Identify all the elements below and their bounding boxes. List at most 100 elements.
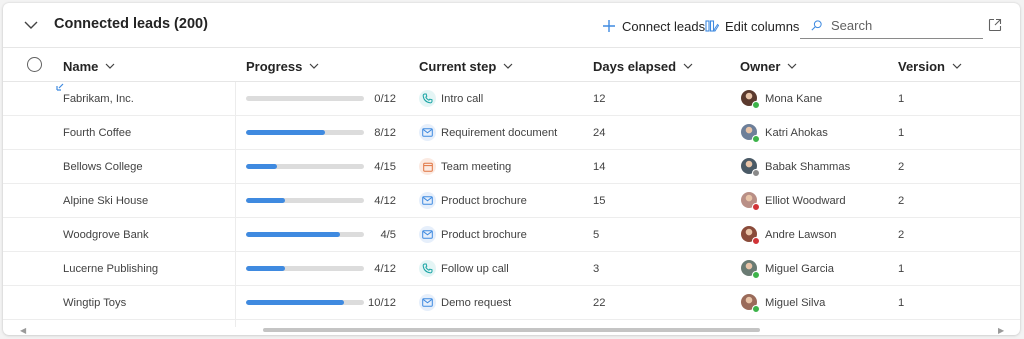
connect-leads-label: Connect leads xyxy=(622,18,706,34)
table-row[interactable]: Woodgrove Bank 4/5 Product brochure 5 Andre … xyxy=(3,218,1020,252)
phone-icon xyxy=(419,260,436,277)
progress-bar xyxy=(246,232,364,237)
presence-badge xyxy=(752,135,760,143)
days-elapsed: 5 xyxy=(593,229,600,241)
table-row[interactable]: Lucerne Publishing 4/12 Follow up call 3 Mig… xyxy=(3,252,1020,286)
current-step-label: Demo request xyxy=(441,297,512,309)
owner-name: Mona Kane xyxy=(765,93,823,105)
collapse-chevron-icon[interactable] xyxy=(21,15,41,35)
owner-name: Miguel Garcia xyxy=(765,263,835,275)
version-number: 1 xyxy=(898,297,905,309)
progress-text: 4/12 xyxy=(374,195,396,207)
progress-bar-fill xyxy=(246,198,286,203)
chevron-down-icon xyxy=(503,63,513,69)
lead-name[interactable]: Bellows College xyxy=(63,161,143,173)
horizontal-scrollbar[interactable]: ◀ ▶ xyxy=(3,325,1020,335)
chevron-down-icon xyxy=(105,63,115,69)
chevron-down-icon xyxy=(952,63,962,69)
lead-name[interactable]: Alpine Ski House xyxy=(63,195,148,207)
edit-columns-label: Edit columns xyxy=(725,18,800,34)
current-step-label: Follow up call xyxy=(441,263,509,275)
progress-text: 8/12 xyxy=(374,127,396,139)
presence-badge xyxy=(752,271,760,279)
lead-name[interactable]: Fourth Coffee xyxy=(63,127,131,139)
progress-bar xyxy=(246,130,364,135)
days-elapsed: 22 xyxy=(593,297,606,309)
table-row[interactable]: Fourth Coffee 8/12 Requirement document 24 K… xyxy=(3,116,1020,150)
chevron-down-icon xyxy=(683,63,693,69)
mail-icon xyxy=(419,294,436,311)
scroll-right-icon[interactable]: ▶ xyxy=(998,326,1004,335)
scroll-left-icon[interactable]: ◀ xyxy=(20,326,26,335)
table-row[interactable]: Alpine Ski House 4/12 Product brochure 15 El… xyxy=(3,184,1020,218)
phone-icon xyxy=(419,90,436,107)
column-header-days-elapsed[interactable]: Days elapsed xyxy=(593,59,693,74)
current-step-label: Team meeting xyxy=(441,161,512,173)
progress-text: 10/12 xyxy=(368,297,396,309)
presence-badge xyxy=(752,305,760,313)
table-header: Name Progress Current step Days elapsed … xyxy=(3,48,1020,82)
expand-icon[interactable] xyxy=(988,18,1002,32)
column-header-version[interactable]: Version xyxy=(898,59,962,74)
owner-name: Katri Ahokas xyxy=(765,127,828,139)
progress-text: 4/15 xyxy=(374,161,396,173)
scrollbar-thumb[interactable] xyxy=(263,328,760,332)
column-header-progress[interactable]: Progress xyxy=(246,59,319,74)
version-number: 1 xyxy=(898,93,905,105)
mail-icon xyxy=(419,124,436,141)
current-step-label: Product brochure xyxy=(441,195,527,207)
chevron-down-icon xyxy=(788,63,797,69)
select-all-radio[interactable] xyxy=(27,57,42,72)
owner-name: Babak Shammas xyxy=(765,161,851,173)
current-step-label: Product brochure xyxy=(441,229,527,241)
edit-columns-button[interactable]: Edit columns xyxy=(705,16,799,36)
owner-name: Elliot Woodward xyxy=(765,195,846,207)
connected-leads-panel: Connected leads (200) Connect leads Edit… xyxy=(3,3,1020,335)
progress-bar xyxy=(246,198,364,203)
progress-bar xyxy=(246,300,364,305)
column-header-owner[interactable]: Owner xyxy=(740,59,797,74)
days-elapsed: 15 xyxy=(593,195,606,207)
current-step-label: Requirement document xyxy=(441,127,558,139)
presence-badge xyxy=(752,101,760,109)
table-row[interactable]: Wingtip Toys 10/12 Demo request 22 Miguel Si… xyxy=(3,286,1020,320)
version-number: 2 xyxy=(898,195,905,207)
calendar-icon xyxy=(419,158,436,175)
days-elapsed: 12 xyxy=(593,93,606,105)
current-step-label: Intro call xyxy=(441,93,484,105)
progress-bar xyxy=(246,164,364,169)
progress-bar-fill xyxy=(246,266,286,271)
table-row[interactable]: Bellows College 4/15 Team meeting 14 Babak S… xyxy=(3,150,1020,184)
presence-badge xyxy=(752,237,760,245)
progress-text: 0/12 xyxy=(374,93,396,105)
owner-name: Andre Lawson xyxy=(765,229,837,241)
edit-columns-icon xyxy=(705,20,719,32)
version-number: 2 xyxy=(898,161,905,173)
column-header-name[interactable]: Name xyxy=(63,59,115,74)
progress-bar-fill xyxy=(246,300,345,305)
panel-title: Connected leads (200) xyxy=(54,16,208,32)
progress-bar-fill xyxy=(246,130,325,135)
version-number: 2 xyxy=(898,229,905,241)
progress-bar xyxy=(246,96,364,101)
progress-bar-fill xyxy=(246,164,278,169)
search-box[interactable] xyxy=(800,13,983,39)
panel-header: Connected leads (200) Connect leads Edit… xyxy=(3,3,1020,48)
table-row[interactable]: Fabrikam, Inc. 0/12 Intro call 12 Mona Kane 1 xyxy=(3,82,1020,116)
progress-text: 4/5 xyxy=(380,229,396,241)
connect-leads-button[interactable]: Connect leads xyxy=(602,16,705,36)
mail-icon xyxy=(419,192,436,209)
days-elapsed: 3 xyxy=(593,263,600,275)
search-input[interactable] xyxy=(829,17,983,34)
days-elapsed: 24 xyxy=(593,127,606,139)
progress-text: 4/12 xyxy=(374,263,396,275)
lead-name[interactable]: Lucerne Publishing xyxy=(63,263,158,275)
lead-name[interactable]: Woodgrove Bank xyxy=(63,229,149,241)
add-icon xyxy=(603,20,615,32)
progress-bar xyxy=(246,266,364,271)
owner-name: Miguel Silva xyxy=(765,297,826,309)
column-header-current-step[interactable]: Current step xyxy=(419,59,513,74)
lead-name[interactable]: Wingtip Toys xyxy=(63,297,126,309)
lead-name[interactable]: Fabrikam, Inc. xyxy=(63,93,134,105)
presence-badge xyxy=(752,169,760,177)
